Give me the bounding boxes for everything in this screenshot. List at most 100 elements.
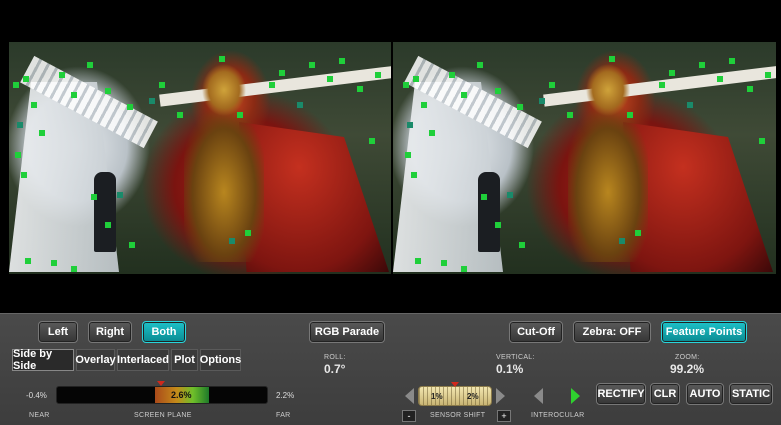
sensor-shift-right-arrow[interactable] [496,388,505,404]
feature-point [495,88,501,94]
left-view-button[interactable]: Left [38,321,78,343]
far-label: FAR [276,412,291,419]
feature-point [507,192,513,198]
feature-point [71,266,77,272]
tab-plot[interactable]: Plot [171,349,198,371]
feature-point [635,230,641,236]
feature-point [411,172,417,178]
roll-label: ROLL: [324,354,346,361]
feature-point [31,102,37,108]
depth-current: 2.6% [171,390,192,400]
zoom-value: 99.2% [670,362,705,376]
sensor-shift-minus-button[interactable]: - [402,410,416,422]
cut-off-button[interactable]: Cut-Off [509,321,563,343]
feature-point [481,194,487,200]
feature-point [567,112,573,118]
left-eye-view [9,42,391,274]
sensor-shift-right-value: 2% [467,392,479,401]
feature-point [105,222,111,228]
tab-side-by-side[interactable]: Side by Side [12,348,74,372]
sensor-shift-marker [451,382,459,387]
feature-point [495,222,501,228]
feature-point [51,260,57,266]
auto-button[interactable]: AUTO [686,383,724,405]
vertical-label: VERTICAL: [496,354,535,361]
feature-point [71,92,77,98]
feature-point [129,242,135,248]
feature-point [687,102,693,108]
feature-point [461,266,467,272]
depth-budget-bar: 2.6% [56,386,268,404]
feature-point [159,82,165,88]
feature-point [309,62,315,68]
feature-point [549,82,555,88]
feature-point [105,88,111,94]
feature-point [441,260,447,266]
feature-point [765,72,771,78]
feature-point [327,76,333,82]
depth-marker [157,381,165,386]
feature-point [421,102,427,108]
feature-point [369,138,375,144]
sensor-shift-label: SENSOR SHIFT [430,412,486,419]
feature-point [699,62,705,68]
screen-plane-label: SCREEN PLANE [134,412,192,419]
feature-point [269,82,275,88]
feature-point [619,238,625,244]
feature-point [59,72,65,78]
feature-point [23,76,29,82]
feature-point [403,82,409,88]
tab-options[interactable]: Options [200,349,241,371]
stereo-viewer [0,0,781,313]
feature-point [177,112,183,118]
rgb-parade-button[interactable]: RGB Parade [309,321,385,343]
interocular-right-arrow[interactable] [571,388,580,404]
feature-point [477,62,483,68]
feature-point [375,72,381,78]
far-value: 2.2% [276,391,295,400]
sensor-shift-left-arrow[interactable] [405,388,414,404]
interocular-left-arrow[interactable] [534,388,543,404]
feature-point [245,230,251,236]
feature-point [39,130,45,136]
interocular-label: INTEROCULAR [531,412,585,419]
feature-point [87,62,93,68]
right-eye-view [393,42,776,274]
rectify-button[interactable]: RECTIFY [596,383,646,405]
feature-point [759,138,765,144]
feature-point [717,76,723,82]
tab-interlaced[interactable]: Interlaced [117,349,169,371]
feature-point [517,104,523,110]
feature-point [127,104,133,110]
feature-point [519,242,525,248]
feature-point [297,102,303,108]
both-view-button[interactable]: Both [142,321,186,343]
tab-overlay[interactable]: Overlay [75,349,116,371]
near-value: -0.4% [26,391,47,400]
feature-points-button[interactable]: Feature Points [661,321,747,343]
feature-point [669,70,675,76]
zoom-label: ZOOM: [675,354,700,361]
static-button[interactable]: STATIC [729,383,773,405]
right-view-button[interactable]: Right [88,321,132,343]
feature-point [357,86,363,92]
zebra-toggle-button[interactable]: Zebra: OFF [573,321,651,343]
feature-point [429,130,435,136]
sensor-shift-plus-button[interactable]: + [497,410,511,422]
feature-point [539,98,545,104]
feature-point [237,112,243,118]
feature-point [13,82,19,88]
feature-point [747,86,753,92]
feature-point [627,112,633,118]
feature-point [609,56,615,62]
roll-value: 0.7° [324,362,346,376]
feature-point [415,258,421,264]
feature-point [729,58,735,64]
feature-point [219,56,225,62]
clr-button[interactable]: CLR [650,383,680,405]
near-label: NEAR [29,412,50,419]
sensor-shift-dial[interactable]: 1% 2% [418,386,492,406]
feature-point [407,122,413,128]
feature-point [229,238,235,244]
feature-point [149,98,155,104]
